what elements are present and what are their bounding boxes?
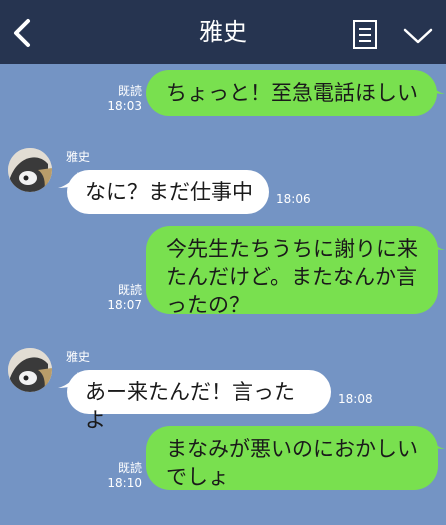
read-receipt: 既読 [117, 84, 142, 98]
message-bubble[interactable]: 今先生たちうちに謝りに来 たんだけど。またなんか言 ったの？ [146, 226, 438, 317]
message-time: 18:07 [107, 298, 142, 312]
message-meta: 既読 18:03 [104, 84, 142, 114]
avatar[interactable] [8, 148, 52, 192]
message-time: 18:06 [276, 192, 311, 206]
chat-header: 雅史 [0, 0, 446, 64]
read-receipt: 既読 [117, 283, 142, 297]
sender-name: 雅史 [66, 350, 91, 364]
sender-name: 雅史 [66, 150, 91, 164]
message-bubble[interactable]: ちょっと！至急電話ほしい [146, 70, 437, 116]
chevron-down-icon[interactable] [403, 28, 433, 44]
message-meta: 既読 18:07 [104, 283, 142, 313]
avatar-photo-icon [8, 348, 52, 392]
message-bubble[interactable]: なに？まだ仕事中 [67, 170, 269, 214]
message-time: 18:10 [107, 476, 142, 490]
message-bubble[interactable]: あー来たんだ！言ったよ [67, 370, 331, 432]
read-receipt: 既読 [117, 461, 142, 475]
message-bubble[interactable]: まなみが悪いのにおかしい でしょ [146, 426, 438, 490]
message-meta: 既読 18:10 [104, 461, 142, 491]
message-time: 18:08 [338, 392, 373, 406]
message-time: 18:03 [107, 99, 142, 113]
avatar[interactable] [8, 348, 52, 392]
avatar-photo-icon [8, 148, 52, 192]
menu-list-icon[interactable] [353, 20, 377, 49]
chat-title: 雅史 [199, 18, 247, 46]
